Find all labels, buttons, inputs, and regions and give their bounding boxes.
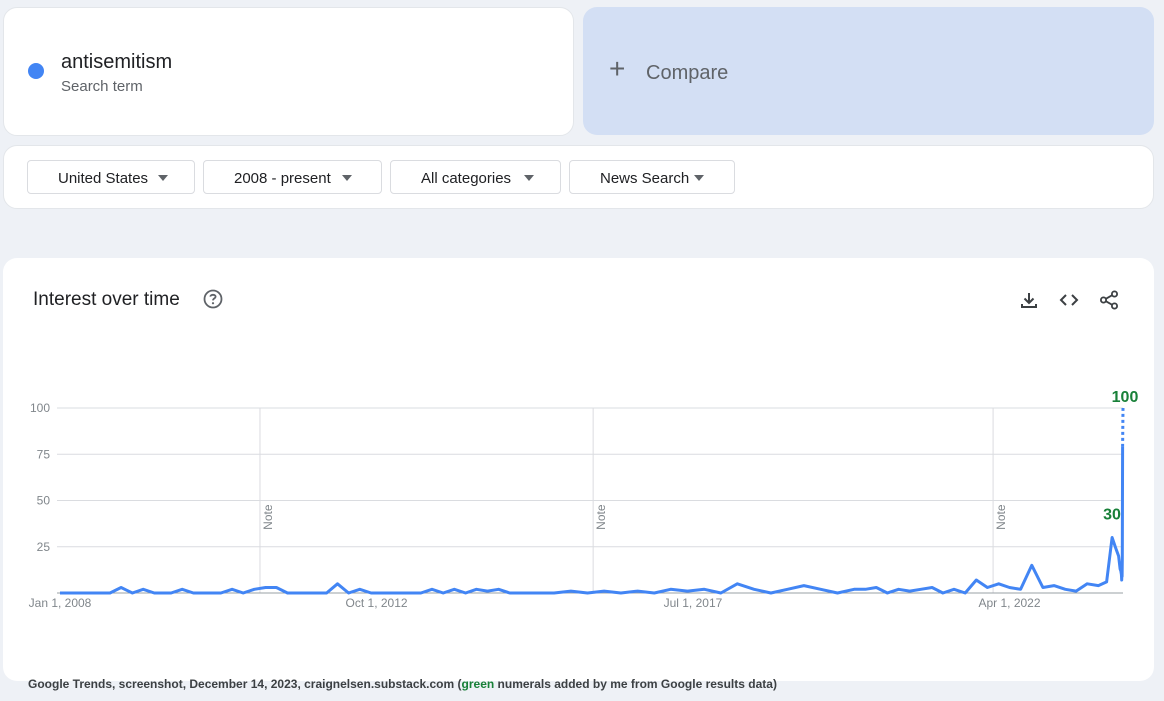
x-tick-label: Oct 1, 2012 — [346, 596, 408, 610]
x-tick-label: Apr 1, 2022 — [978, 596, 1040, 610]
footer-credit: Google Trends, screenshot, December 14, … — [28, 677, 777, 691]
note-label: Note — [994, 504, 1008, 530]
series-line — [60, 446, 1125, 595]
x-tick-label: Jul 1, 2017 — [664, 596, 723, 610]
y-tick-label: 50 — [37, 494, 51, 508]
note-label: Note — [594, 504, 608, 530]
y-tick-label: 75 — [37, 447, 51, 461]
interest-over-time-chart: 100 75 50 25 Note Note Note Jan 1, 2008 Oct 1, 2… — [29, 389, 1139, 610]
footer-text-after: numerals added by me from Google results… — [494, 677, 777, 691]
footer-text-before: Google Trends, screenshot, December 14, … — [28, 677, 462, 691]
footer-green-word: green — [461, 677, 495, 691]
annotation-label: 100 — [1112, 389, 1139, 406]
x-tick-label: Jan 1, 2008 — [29, 596, 92, 610]
annotation-label: 30 — [1103, 507, 1121, 524]
y-tick-label: 100 — [30, 401, 50, 415]
note-label: Note — [261, 504, 275, 530]
y-tick-label: 25 — [37, 540, 51, 554]
